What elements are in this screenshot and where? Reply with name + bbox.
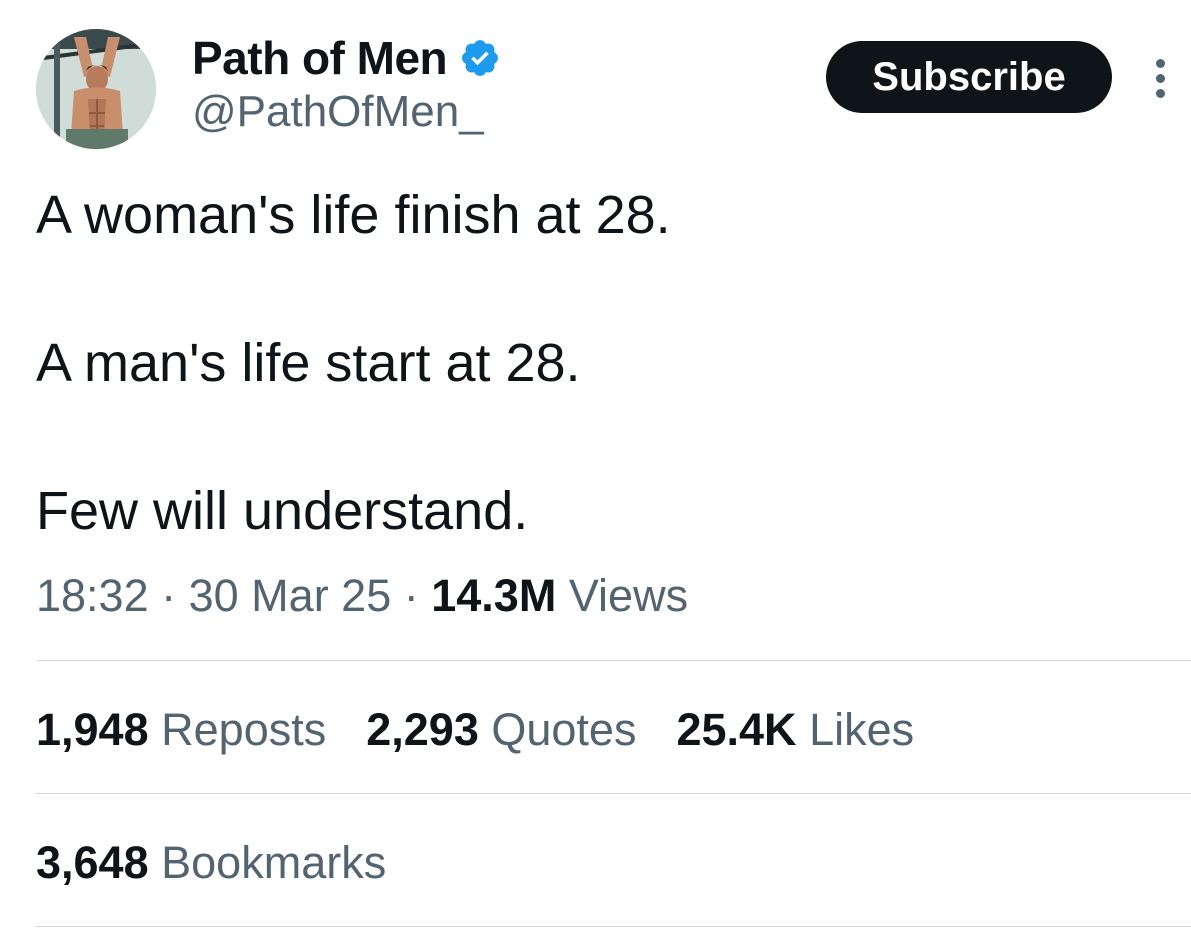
vertical-ellipsis-icon[interactable] bbox=[1148, 56, 1172, 100]
bookmarks-label: Bookmarks bbox=[161, 837, 387, 888]
tweet-text: A woman's life finish at 28. A man's lif… bbox=[36, 178, 1156, 548]
views-label: Views bbox=[568, 570, 689, 621]
divider bbox=[36, 660, 1191, 661]
tweet-header: Path of Men @PathOfMen_ Subscribe bbox=[0, 0, 1191, 160]
subscribe-button[interactable]: Subscribe bbox=[826, 41, 1112, 113]
views-count: 14.3M bbox=[431, 570, 557, 621]
engagement-stats: 1,948 Reposts 2,293 Quotes 25.4K Likes bbox=[36, 700, 954, 760]
tweet-line: A woman's life finish at 28. bbox=[36, 185, 671, 245]
likes-count: 25.4K bbox=[676, 704, 797, 755]
reposts-label: Reposts bbox=[161, 704, 327, 755]
likes-label: Likes bbox=[809, 704, 915, 755]
verified-badge-icon[interactable] bbox=[459, 37, 501, 79]
meta-separator: · bbox=[391, 570, 432, 621]
likes-stat[interactable]: 25.4K Likes bbox=[676, 700, 914, 760]
bookmarks-stat[interactable]: 3,648 Bookmarks bbox=[36, 833, 386, 893]
tweet-line: A man's life start at 28. bbox=[36, 333, 581, 393]
tweet-time[interactable]: 18:32 bbox=[36, 570, 149, 621]
bookmarks-row: 3,648 Bookmarks bbox=[36, 833, 426, 893]
avatar[interactable] bbox=[36, 29, 156, 149]
quotes-stat[interactable]: 2,293 Quotes bbox=[366, 700, 636, 760]
handle[interactable]: @PathOfMen_ bbox=[192, 84, 501, 140]
tweet-meta: 18:32 · 30 Mar 25 · 14.3M Views bbox=[36, 566, 688, 626]
display-name-row: Path of Men bbox=[192, 30, 501, 86]
reposts-count: 1,948 bbox=[36, 704, 149, 755]
divider bbox=[36, 926, 1191, 927]
tweet-date[interactable]: 30 Mar 25 bbox=[189, 570, 392, 621]
author-block: Path of Men @PathOfMen_ bbox=[192, 30, 501, 140]
reposts-stat[interactable]: 1,948 Reposts bbox=[36, 700, 326, 760]
meta-separator: · bbox=[148, 570, 189, 621]
bookmarks-count: 3,648 bbox=[36, 837, 149, 888]
avatar-image bbox=[36, 29, 156, 149]
tweet-line: Few will understand. bbox=[36, 481, 529, 541]
quotes-label: Quotes bbox=[491, 704, 637, 755]
display-name[interactable]: Path of Men bbox=[192, 30, 448, 86]
quotes-count: 2,293 bbox=[366, 704, 479, 755]
divider bbox=[36, 793, 1191, 794]
